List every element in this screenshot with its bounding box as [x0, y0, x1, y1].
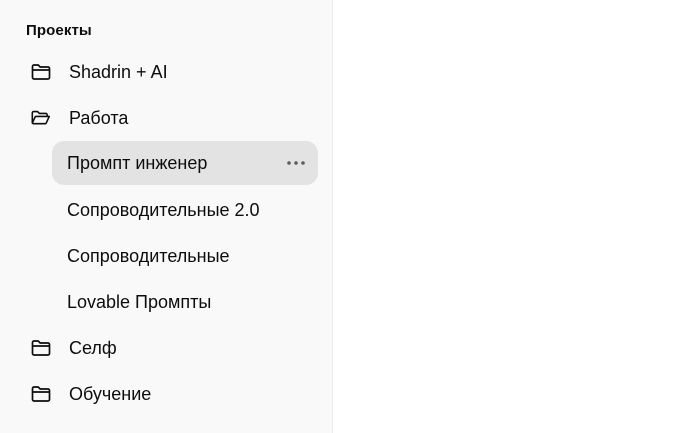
chat-item[interactable]: Сопроводительные — [52, 234, 318, 278]
folder-icon — [30, 61, 52, 83]
projects-section-title: Проекты — [26, 22, 92, 39]
project-label: Shadrin + AI — [69, 61, 168, 82]
project-label: Селф — [69, 337, 117, 358]
chat-label: Сопроводительные — [67, 245, 230, 266]
project-label: Работа — [69, 107, 129, 128]
chat-item[interactable]: Lovable Промпты — [52, 280, 318, 324]
chat-item[interactable]: Сопроводительные 2.0 — [52, 188, 318, 232]
folder-open-icon — [30, 107, 52, 129]
project-self[interactable]: Селф — [20, 326, 318, 370]
project-rabota[interactable]: Работа — [20, 96, 318, 140]
folder-icon — [30, 383, 52, 405]
project-label: Обучение — [69, 383, 152, 404]
chat-label: Сопроводительные 2.0 — [67, 199, 260, 220]
folder-icon — [30, 337, 52, 359]
main-content-area — [334, 0, 700, 433]
chat-item-prompt-engineer[interactable]: Промпт инженер — [52, 141, 318, 185]
project-shadrin-ai[interactable]: Shadrin + AI — [20, 50, 318, 94]
chat-label: Lovable Промпты — [67, 291, 212, 312]
chat-label: Промпт инженер — [67, 152, 208, 173]
more-horizontal-icon[interactable] — [285, 152, 307, 174]
sidebar: Проекты Shadrin + AI Работа Промпт инжен… — [0, 0, 333, 433]
project-obuchenie[interactable]: Обучение — [20, 372, 318, 416]
